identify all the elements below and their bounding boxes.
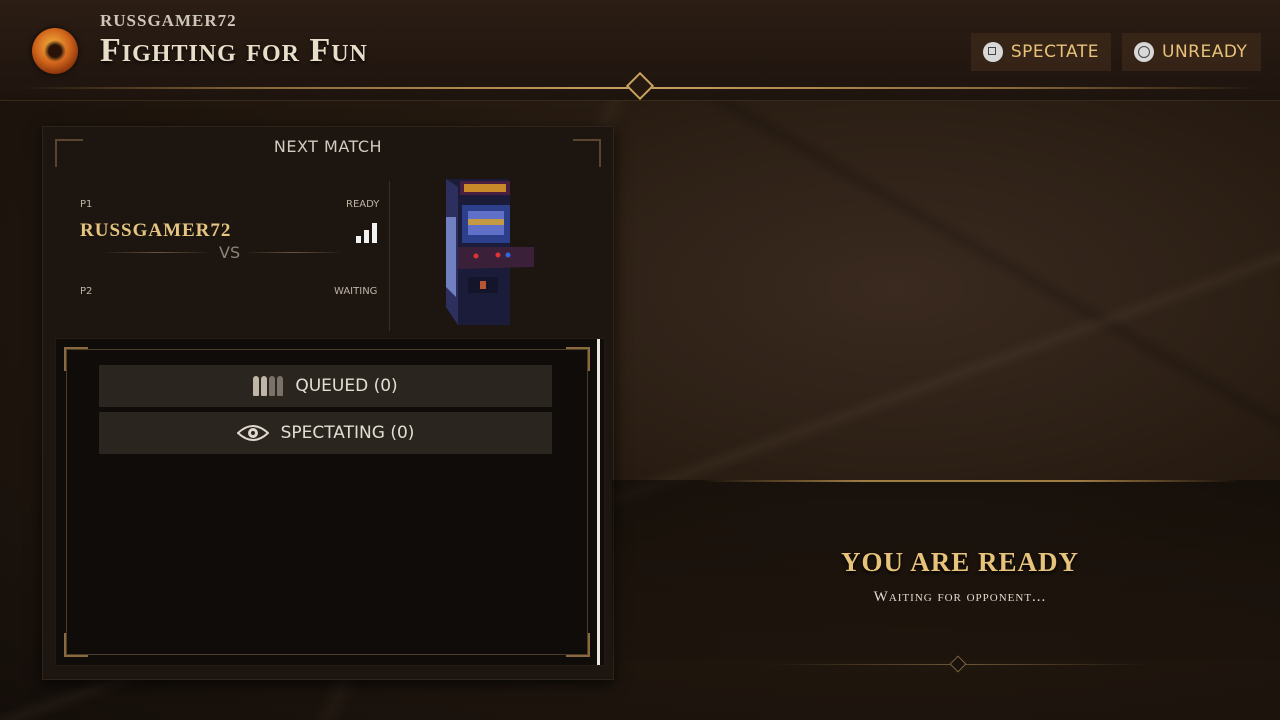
p1-status: READY: [346, 199, 380, 210]
queued-label: QUEUED (0): [295, 376, 398, 396]
vs-divider-left: [103, 252, 213, 253]
queued-row[interactable]: QUEUED (0): [99, 365, 552, 407]
queue-people-icon: [253, 376, 284, 396]
lobby-title: Fighting for Fun: [100, 32, 368, 69]
scrollbar[interactable]: [597, 339, 600, 665]
circle-button-icon: [1134, 42, 1154, 62]
spectating-label: SPECTATING (0): [280, 423, 415, 443]
dragon-logo-icon: [32, 28, 78, 74]
vs-label: VS: [219, 243, 241, 262]
next-match-title: NEXT MATCH: [273, 137, 383, 156]
header-bar: RUSSGAMER72 Fighting for Fun SPECTATE UN…: [0, 0, 1280, 101]
connection-signal-icon: [356, 219, 380, 243]
p1-name: RUSSGAMER72: [80, 220, 232, 241]
p1-label: P1: [80, 199, 93, 210]
ready-status-title: YOU ARE READY: [840, 547, 1080, 577]
vs-divider-right: [243, 252, 343, 253]
unready-button[interactable]: UNREADY: [1122, 33, 1261, 71]
next-match-panel: NEXT MATCH P1 RUSSGAMER72 READY VS P2 WA…: [42, 126, 614, 680]
diamond-ornament-icon: [625, 71, 655, 101]
arcade-cabinet-icon: [446, 179, 534, 325]
queue-list-area: QUEUED (0) SPECTATING (0): [55, 338, 605, 666]
gamertag: RUSSGAMER72: [100, 11, 237, 30]
eye-icon: [236, 425, 269, 441]
spectating-row[interactable]: SPECTATING (0): [99, 412, 552, 454]
spectate-button[interactable]: SPECTATE: [971, 33, 1111, 71]
ready-band-divider: [700, 480, 1240, 482]
ready-status-subtitle: Waiting for opponent...: [873, 589, 1047, 605]
spectate-label: SPECTATE: [1010, 42, 1099, 62]
p2-status: WAITING: [334, 286, 378, 297]
square-button-icon: [983, 42, 1003, 62]
match-divider: [389, 181, 390, 331]
unready-label: UNREADY: [1162, 42, 1248, 62]
p2-label: P2: [80, 286, 93, 297]
